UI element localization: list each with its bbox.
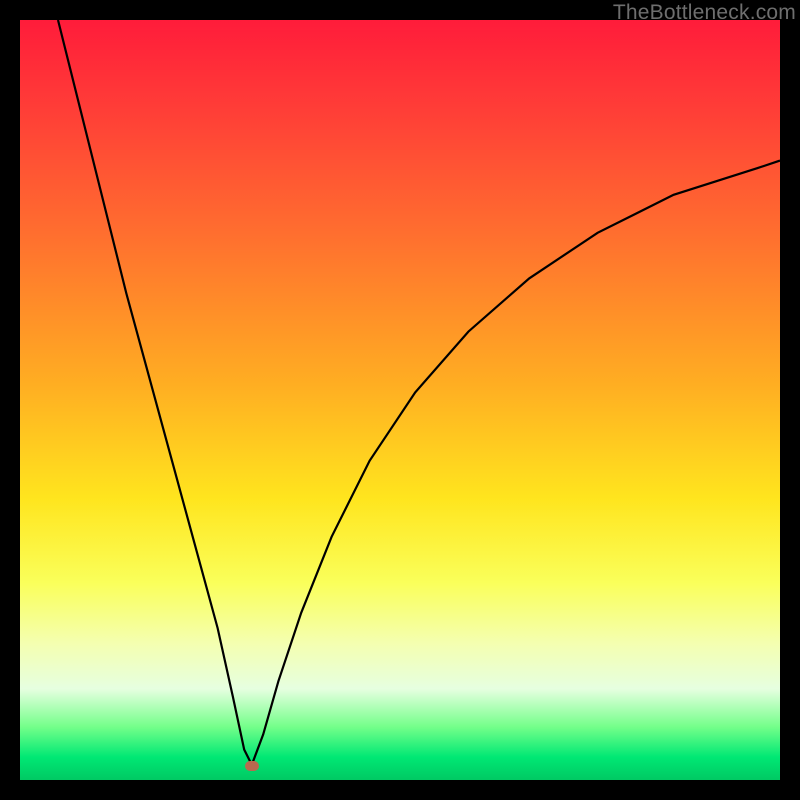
optimal-point-marker (245, 761, 259, 771)
plot-area (20, 20, 780, 780)
watermark-text: TheBottleneck.com (613, 1, 796, 25)
chart-frame: TheBottleneck.com (0, 0, 800, 800)
curve-path (58, 20, 780, 765)
bottleneck-curve (20, 20, 780, 780)
